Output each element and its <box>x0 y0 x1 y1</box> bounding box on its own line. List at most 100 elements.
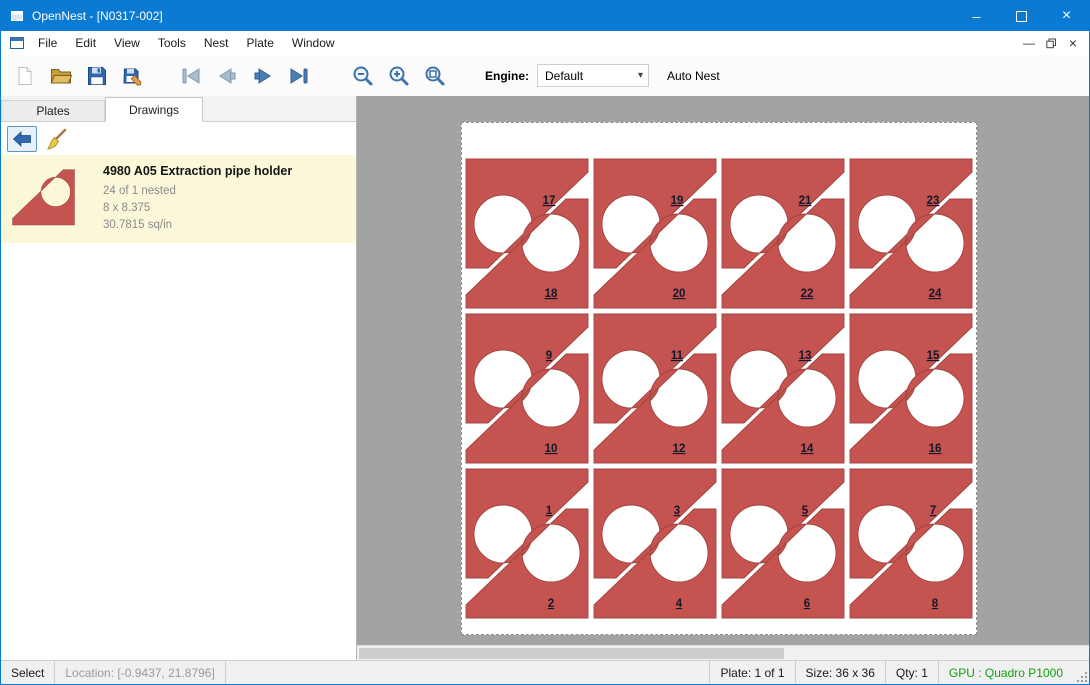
nest-pair[interactable]: 1516 <box>850 314 972 463</box>
tab-drawings[interactable]: Drawings <box>105 97 203 122</box>
nest-pair[interactable]: 11 12 <box>594 314 716 463</box>
horizontal-scrollbar[interactable] <box>357 645 1089 661</box>
nest-pair[interactable]: 1718 <box>466 159 588 308</box>
part-number-label: 12 <box>673 443 686 455</box>
scrollbar-thumb[interactable] <box>359 648 784 659</box>
part-number-label: 5 <box>802 505 809 517</box>
tab-plates[interactable]: Plates <box>1 100 105 121</box>
back-to-plates-icon <box>11 128 33 150</box>
part-number-label: 21 <box>799 195 812 207</box>
nest-pair[interactable]: 21 22 <box>722 159 844 308</box>
engine-label: Engine: <box>485 69 529 83</box>
first-plate-icon <box>179 65 203 87</box>
part-number-label: 22 <box>801 288 814 300</box>
drawings-toolbar <box>1 122 356 155</box>
engine-value: Default <box>545 69 583 83</box>
status-qty: Qty: 1 <box>885 661 938 684</box>
menu-tools[interactable]: Tools <box>149 32 195 54</box>
minimize-button[interactable]: – <box>954 1 999 31</box>
drawing-nested-count: 24 of 1 nested <box>103 183 292 200</box>
title-bar[interactable]: OpenNest - [N0317-002] – × <box>1 1 1089 31</box>
part-number-label: 1 <box>546 505 553 517</box>
zoom-out-button[interactable] <box>345 60 381 92</box>
part-number-label: 11 <box>671 350 684 362</box>
next-plate-button[interactable] <box>245 60 281 92</box>
tab-strip: Plates Drawings <box>1 96 356 122</box>
nest-canvas[interactable]: 171819202122232491011121314151612345678 <box>357 96 1089 661</box>
opennest-window: OpenNest - [N0317-002] – × File Edit Vie… <box>0 0 1090 685</box>
nest-pair[interactable]: 34 <box>594 469 716 618</box>
status-gpu: GPU : Quadro P1000 <box>938 661 1073 684</box>
nest-pair[interactable]: 56 <box>722 469 844 618</box>
engine-select[interactable]: Default ▾ <box>537 64 649 87</box>
status-size: Size: 36 x 36 <box>795 661 885 684</box>
save-as-button[interactable] <box>115 60 151 92</box>
status-plate: Plate: 1 of 1 <box>709 661 794 684</box>
clear-drawings-button[interactable] <box>42 126 72 152</box>
nest-pair[interactable]: 2324 <box>850 159 972 308</box>
open-file-button[interactable] <box>43 60 79 92</box>
last-plate-button[interactable] <box>281 60 317 92</box>
part-number-label: 18 <box>545 288 558 300</box>
status-mode: Select <box>1 661 55 684</box>
menu-edit[interactable]: Edit <box>66 32 105 54</box>
zoom-in-icon <box>387 64 411 88</box>
status-bar: Select Location: [-0.9437, 21.8796] Plat… <box>1 660 1089 684</box>
part-number-label: 14 <box>801 443 814 455</box>
part-number-label: 7 <box>930 505 936 517</box>
menu-plate[interactable]: Plate <box>238 32 283 54</box>
part-number-label: 13 <box>799 350 812 362</box>
back-to-plates-button[interactable] <box>7 126 37 152</box>
last-plate-icon <box>287 65 311 87</box>
part-number-label: 16 <box>929 443 942 455</box>
menu-nest[interactable]: Nest <box>195 32 238 54</box>
drawing-dimensions: 8 x 8.375 <box>103 200 292 217</box>
zoom-fit-button[interactable] <box>417 60 453 92</box>
nest-pair[interactable]: 78 <box>850 469 972 618</box>
drawing-area: 30.7815 sq/in <box>103 217 292 234</box>
part-number-label: 10 <box>545 443 558 455</box>
next-plate-icon <box>251 65 275 87</box>
mdi-restore-icon[interactable] <box>1043 35 1059 51</box>
previous-plate-button[interactable] <box>209 60 245 92</box>
zoom-in-button[interactable] <box>381 60 417 92</box>
maximize-button[interactable] <box>999 1 1044 31</box>
menu-file[interactable]: File <box>29 32 66 54</box>
save-icon <box>86 65 108 87</box>
part-number-label: 6 <box>804 598 810 610</box>
nest-plate[interactable]: 171819202122232491011121314151612345678 <box>461 122 977 635</box>
close-icon: × <box>1062 8 1071 24</box>
part-number-label: 2 <box>548 598 554 610</box>
nested-parts-layer: 171819202122232491011121314151612345678 <box>462 123 976 634</box>
zoom-fit-icon <box>423 64 447 88</box>
part-number-label: 20 <box>673 288 686 300</box>
clear-drawings-icon <box>45 127 69 151</box>
menu-bar: File Edit View Tools Nest Plate Window —… <box>1 31 1089 55</box>
mdi-minimize-icon[interactable]: — <box>1021 35 1037 51</box>
part-number-label: 15 <box>927 350 940 362</box>
save-button[interactable] <box>79 60 115 92</box>
first-plate-button[interactable] <box>173 60 209 92</box>
close-button[interactable]: × <box>1044 1 1089 31</box>
mdi-close-icon[interactable]: × <box>1065 35 1081 51</box>
resize-grip[interactable] <box>1073 661 1089 684</box>
zoom-out-icon <box>351 64 375 88</box>
nest-pair[interactable]: 9 10 <box>466 314 588 463</box>
part-number-label: 9 <box>546 350 552 362</box>
nest-pair[interactable]: 13 14 <box>722 314 844 463</box>
menu-window[interactable]: Window <box>283 32 344 54</box>
nest-pair[interactable]: 12 <box>466 469 588 618</box>
drawing-list-empty-area <box>1 243 356 661</box>
previous-plate-icon <box>215 65 239 87</box>
status-location: Location: [-0.9437, 21.8796] <box>55 661 225 684</box>
mdi-document-icon[interactable] <box>9 35 25 51</box>
part-thumbnail <box>11 168 75 226</box>
save-as-icon <box>122 65 144 87</box>
auto-nest-button[interactable]: Auto Nest <box>667 69 720 83</box>
main-toolbar: Engine: Default ▾ Auto Nest <box>1 55 1089 97</box>
drawing-title: 4980 A05 Extraction pipe holder <box>103 164 292 178</box>
menu-view[interactable]: View <box>105 32 149 54</box>
nest-pair[interactable]: 1920 <box>594 159 716 308</box>
new-file-button[interactable] <box>7 60 43 92</box>
drawing-list-item[interactable]: 4980 A05 Extraction pipe holder 24 of 1 … <box>1 155 356 243</box>
